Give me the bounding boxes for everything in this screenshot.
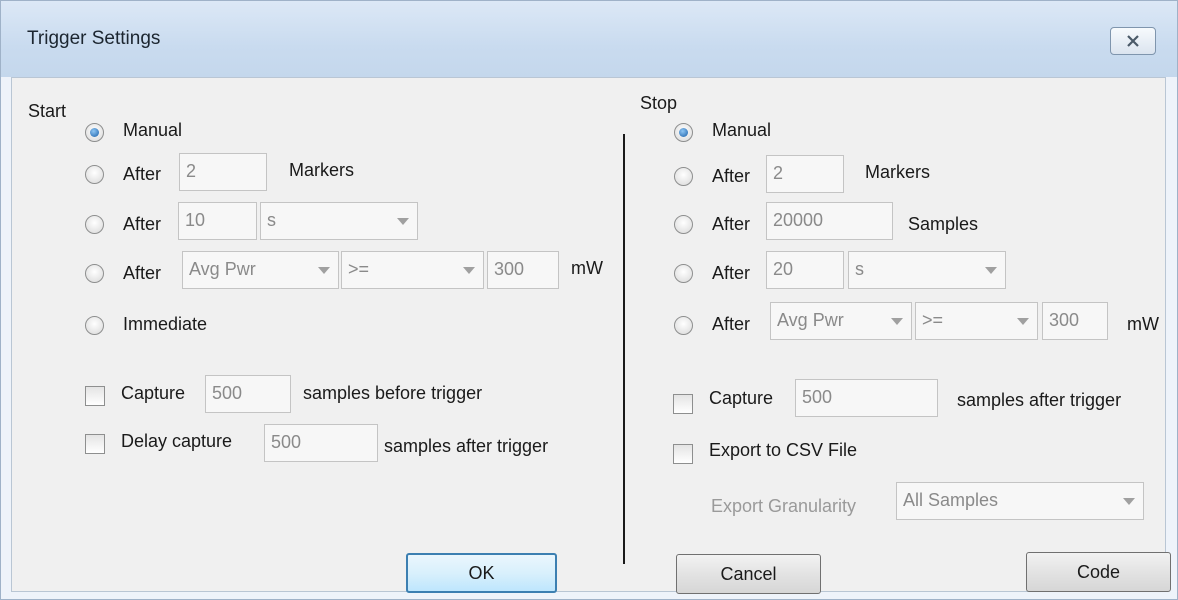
stop-time-unit-select[interactable]: s <box>848 251 1006 289</box>
start-time-unit-select[interactable]: s <box>260 202 418 240</box>
start-power-unit: mW <box>571 258 603 278</box>
start-power-value-input[interactable]: 300 <box>487 251 559 289</box>
stop-after-power-radio[interactable] <box>674 316 693 335</box>
start-after-time-radio[interactable] <box>85 215 104 234</box>
chevron-down-icon <box>397 218 409 225</box>
start-after-power-label: After <box>123 263 162 283</box>
stop-after-markers-label: After <box>712 166 751 186</box>
ok-button-label: OK <box>468 562 495 583</box>
chevron-down-icon <box>891 318 903 325</box>
stop-capture-checkbox[interactable] <box>673 394 693 414</box>
start-immediate-radio[interactable] <box>85 316 104 335</box>
start-delay-capture-label: Delay capture <box>121 431 233 451</box>
stop-after-markers-radio[interactable] <box>674 167 693 186</box>
stop-power-metric-value: Avg Pwr <box>777 310 844 330</box>
start-after-power-radio[interactable] <box>85 264 104 283</box>
stop-markers-unit: Markers <box>865 162 931 182</box>
section-divider <box>623 134 625 564</box>
window-title: Trigger Settings <box>27 28 161 49</box>
stop-markers-input[interactable]: 2 <box>766 155 844 193</box>
export-granularity-select[interactable]: All Samples <box>896 482 1144 520</box>
start-delay-capture-input[interactable]: 500 <box>264 424 378 462</box>
ok-button[interactable]: OK <box>406 553 557 593</box>
start-capture-input[interactable]: 500 <box>205 375 291 413</box>
start-power-operator-value: >= <box>348 259 370 279</box>
start-capture-checkbox[interactable] <box>85 386 105 406</box>
stop-after-samples-radio[interactable] <box>674 215 693 234</box>
code-button[interactable]: Code <box>1026 552 1171 592</box>
start-capture-suffix: samples before trigger <box>303 383 483 403</box>
chevron-down-icon <box>985 267 997 274</box>
stop-after-time-radio[interactable] <box>674 264 693 283</box>
start-immediate-label: Immediate <box>123 314 208 334</box>
stop-power-metric-select[interactable]: Avg Pwr <box>770 302 912 340</box>
stop-after-time-label: After <box>712 263 751 283</box>
stop-power-operator-select[interactable]: >= <box>915 302 1038 340</box>
close-button[interactable] <box>1110 27 1156 55</box>
export-granularity-value: All Samples <box>903 490 999 510</box>
start-time-input[interactable]: 10 <box>178 202 257 240</box>
start-manual-radio[interactable] <box>85 123 104 142</box>
stop-capture-label: Capture <box>709 388 774 408</box>
start-power-metric-value: Avg Pwr <box>189 259 256 279</box>
start-markers-input[interactable]: 2 <box>179 153 267 191</box>
stop-heading: Stop <box>640 93 678 113</box>
chevron-down-icon <box>463 267 475 274</box>
cancel-button-label: Cancel <box>720 563 777 584</box>
stop-power-operator-value: >= <box>922 310 944 330</box>
trigger-settings-dialog: Trigger Settings Start Manual After 2 Ma… <box>0 0 1178 600</box>
stop-samples-input[interactable]: 20000 <box>766 202 893 240</box>
start-manual-label: Manual <box>123 120 183 140</box>
start-after-time-label: After <box>123 214 162 234</box>
close-icon <box>1127 35 1139 47</box>
start-power-metric-select[interactable]: Avg Pwr <box>182 251 339 289</box>
start-time-unit-value: s <box>267 210 276 230</box>
dialog-body: Start Manual After 2 Markers After 10 s … <box>11 77 1171 594</box>
start-after-markers-label: After <box>123 164 162 184</box>
stop-time-unit-value: s <box>855 259 864 279</box>
stop-manual-label: Manual <box>712 120 772 140</box>
stop-samples-unit: Samples <box>908 214 979 234</box>
stop-time-input[interactable]: 20 <box>766 251 844 289</box>
stop-power-value-input[interactable]: 300 <box>1042 302 1108 340</box>
stop-capture-suffix: samples after trigger <box>957 390 1122 410</box>
chevron-down-icon <box>1017 318 1029 325</box>
start-power-operator-select[interactable]: >= <box>341 251 484 289</box>
stop-export-csv-label: Export to CSV File <box>709 440 858 460</box>
start-delay-capture-checkbox[interactable] <box>85 434 105 454</box>
start-markers-unit: Markers <box>289 160 355 180</box>
title-bar: Trigger Settings <box>1 1 1177 77</box>
cancel-button[interactable]: Cancel <box>676 554 821 594</box>
chevron-down-icon <box>318 267 330 274</box>
stop-power-unit: mW <box>1127 314 1159 334</box>
stop-export-csv-checkbox[interactable] <box>673 444 693 464</box>
stop-after-power-label: After <box>712 314 751 334</box>
stop-capture-input[interactable]: 500 <box>795 379 938 417</box>
start-heading: Start <box>28 101 67 121</box>
stop-manual-radio[interactable] <box>674 123 693 142</box>
code-button-label: Code <box>1076 561 1121 582</box>
chevron-down-icon <box>1123 498 1135 505</box>
export-granularity-label: Export Granularity <box>711 496 857 516</box>
start-capture-label: Capture <box>121 383 186 403</box>
start-delay-capture-suffix: samples after trigger <box>384 436 549 456</box>
stop-after-samples-label: After <box>712 214 751 234</box>
start-after-markers-radio[interactable] <box>85 165 104 184</box>
